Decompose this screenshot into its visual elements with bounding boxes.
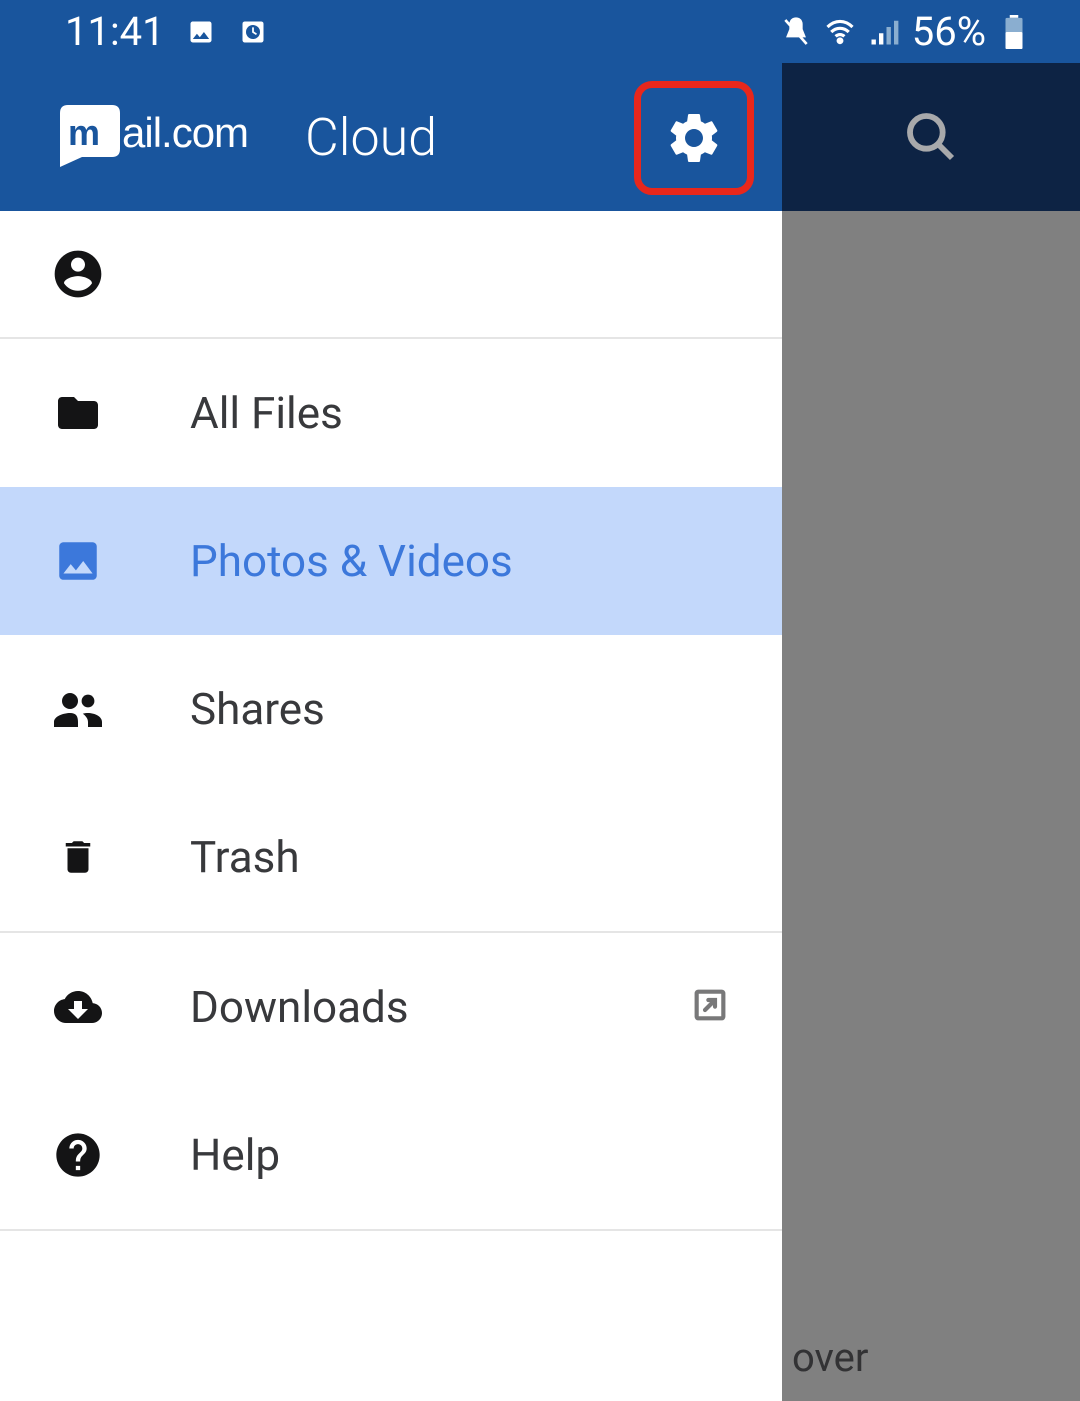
status-time: 11:41 — [65, 8, 165, 55]
svg-text:ail.com: ail.com — [122, 109, 248, 156]
mute-icon — [780, 16, 812, 48]
nav-item-trash[interactable]: Trash — [0, 783, 782, 931]
divider — [0, 1229, 782, 1231]
background-text-fragment: over — [792, 1334, 868, 1381]
people-icon — [48, 679, 108, 739]
mailcom-logo-icon: m ail.com — [60, 105, 280, 170]
trash-icon — [48, 827, 108, 887]
status-right: 56% — [780, 8, 1030, 55]
cloud-download-icon — [48, 977, 108, 1037]
content-scrim[interactable]: over — [782, 211, 1080, 1401]
nav-label: Shares — [190, 683, 734, 735]
help-icon — [48, 1125, 108, 1185]
app-subtitle: Cloud — [305, 107, 437, 168]
nav-item-photos-videos[interactable]: Photos & Videos — [0, 487, 782, 635]
image-icon — [48, 531, 108, 591]
settings-button-highlight[interactable] — [634, 81, 754, 195]
status-left: 11:41 — [65, 8, 269, 55]
status-bar: 11:41 56% — [0, 0, 1080, 63]
wifi-icon — [824, 16, 856, 48]
account-section[interactable] — [0, 211, 782, 339]
nav-item-shares[interactable]: Shares — [0, 635, 782, 783]
nav-label: All Files — [190, 387, 734, 439]
nav-item-help[interactable]: Help — [0, 1081, 782, 1229]
battery-icon — [998, 16, 1030, 48]
search-icon[interactable] — [903, 109, 959, 165]
nav-item-all-files[interactable]: All Files — [0, 339, 782, 487]
nav-label: Trash — [190, 831, 734, 883]
gear-icon — [664, 108, 724, 168]
picture-icon — [185, 16, 217, 48]
folder-icon — [48, 383, 108, 443]
nav-label: Help — [190, 1129, 734, 1181]
svg-text:m: m — [68, 112, 100, 153]
open-external-icon — [690, 985, 734, 1029]
nav-item-downloads[interactable]: Downloads — [0, 933, 782, 1081]
nav-label: Downloads — [190, 981, 690, 1033]
app-header: m ail.com Cloud — [0, 63, 782, 211]
battery-percent: 56% — [912, 8, 986, 55]
nav-label: Photos & Videos — [190, 535, 734, 587]
account-icon — [48, 244, 108, 304]
clock-icon — [237, 16, 269, 48]
navigation-drawer: All Files Photos & Videos Shares Trash D… — [0, 211, 782, 1231]
header-search-area — [782, 63, 1080, 211]
signal-icon — [868, 16, 900, 48]
app-logo: m ail.com Cloud — [60, 105, 437, 170]
